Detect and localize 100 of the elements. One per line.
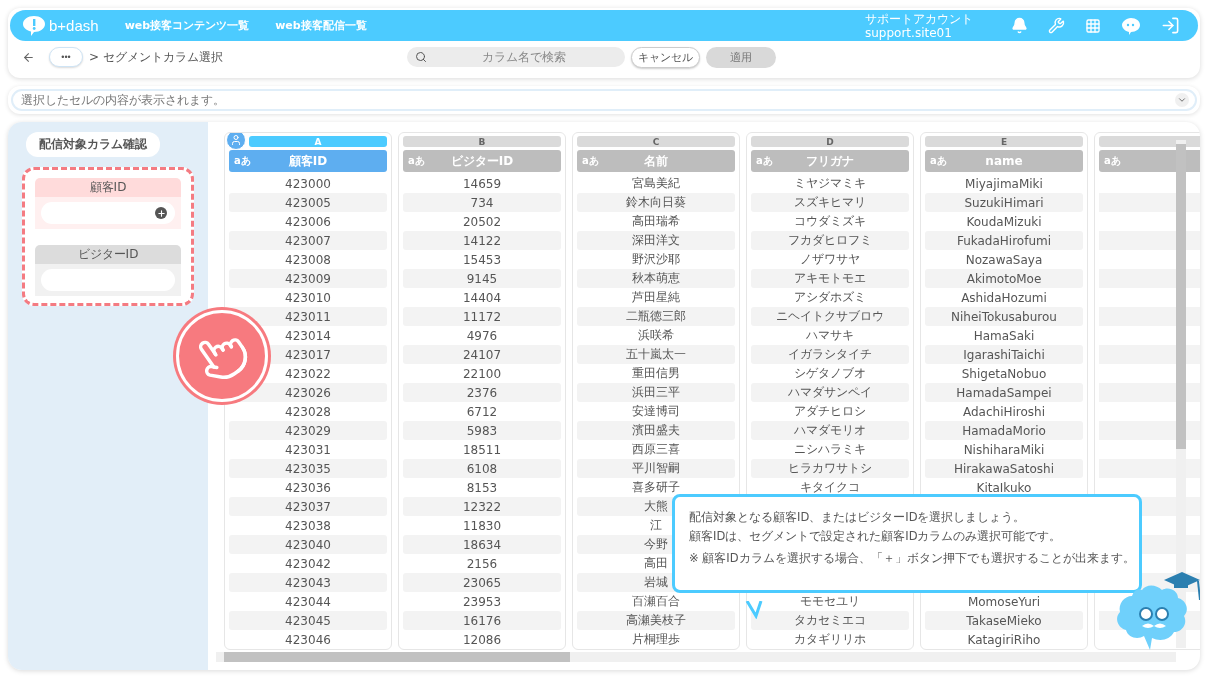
- tooltip-note: ※ 顧客IDカラムを選択する場合、「＋」ボタン押下でも選択することが出来ます。: [689, 551, 1129, 566]
- table-cell: MomoseYuri: [967, 594, 1041, 609]
- table-cell: 4976: [466, 328, 498, 343]
- table-cell: 423006: [285, 214, 331, 229]
- column-header[interactable]: aあ ビジターID: [403, 150, 561, 172]
- table-cell: アキモトモエ: [794, 270, 866, 287]
- table-cell: 12322: [462, 499, 502, 514]
- table-cell: KatagiriRiho: [967, 632, 1041, 647]
- table-cell: 423000: [285, 176, 331, 191]
- table-cell: 9145: [466, 271, 498, 286]
- table-cell: HamadaSampei: [956, 385, 1052, 400]
- table-cell: 423026: [285, 385, 331, 400]
- table-cell: 深田洋文: [632, 232, 680, 249]
- column-letter[interactable]: E: [925, 136, 1083, 147]
- table-cell: コウダミズキ: [794, 213, 866, 230]
- table-cell: ShigetaNobuo: [961, 366, 1047, 381]
- table-cell: 14659: [462, 176, 502, 191]
- table-cell: ニシハラミキ: [794, 441, 866, 458]
- table-cell: 6712: [466, 404, 498, 419]
- column-letter[interactable]: B: [403, 136, 561, 147]
- table-cell: 23065: [462, 575, 502, 590]
- table-cell: 浜田三平: [632, 384, 680, 401]
- table-cell: 15453: [462, 252, 502, 267]
- column-header[interactable]: aあ 名前: [577, 150, 735, 172]
- column-letter[interactable]: C: [577, 136, 735, 147]
- table-cell: 16176: [462, 613, 502, 628]
- table-cell: 14122: [462, 233, 502, 248]
- table-cell: 423038: [285, 518, 331, 533]
- table-cell: 五十嵐太一: [626, 346, 686, 363]
- table-cell: AkimotoMoe: [966, 271, 1042, 286]
- table-cell: アダチヒロシ: [794, 403, 866, 420]
- table-cell: 喜多研子: [632, 479, 680, 496]
- nav-link[interactable]: web接客配信一覧: [275, 18, 367, 33]
- table-cell: TakaseMieko: [966, 613, 1042, 628]
- column-header[interactable]: aあ 顧客ID: [229, 150, 387, 172]
- logo-text: b+dash: [49, 17, 99, 34]
- column-header[interactable]: aあ: [1099, 150, 1200, 172]
- table-cell: 423042: [285, 556, 331, 571]
- table-cell: 平川智嗣: [632, 460, 680, 477]
- table-cell: 浜咲希: [638, 327, 674, 344]
- table-cell: 22100: [462, 366, 502, 381]
- table-cell: 423005: [285, 195, 331, 210]
- table-cell: アシダホズミ: [794, 289, 866, 306]
- tooltip-text: 顧客IDは、セグメントで設定された顧客IDカラムのみ選択可能です。: [689, 528, 1063, 544]
- table-cell: モモセユリ: [800, 593, 860, 610]
- table-cell: 鈴木向日葵: [626, 194, 686, 211]
- panel-title: 配信対象カラム確認: [26, 132, 160, 157]
- table-cell: タカセミエコ: [794, 612, 866, 629]
- table-cell: 大熊: [644, 498, 668, 515]
- table-cell: ハマダサンペイ: [788, 384, 872, 401]
- table-cell: 14404: [462, 290, 502, 305]
- table-cell: ヒラカワサトシ: [788, 460, 872, 477]
- type-tag: aあ: [1104, 154, 1121, 168]
- account-name: サポートアカウント: [865, 11, 973, 26]
- table-cell: AshidaHozumi: [961, 290, 1047, 305]
- table-cell: 734: [470, 195, 494, 210]
- table-cell: ミヤジマミキ: [794, 175, 866, 192]
- table-cell: フカダヒロフミ: [788, 232, 872, 249]
- table-cell: ハマサキ: [806, 327, 854, 344]
- table-cell: 高瀬美枝子: [626, 612, 686, 629]
- table-cell: ニヘイトクサブロウ: [776, 308, 884, 325]
- cancel-button[interactable]: キャンセル: [631, 46, 700, 68]
- table-cell: 11830: [462, 518, 502, 533]
- table-cell: 423007: [285, 233, 331, 248]
- table-cell: 20502: [462, 214, 502, 229]
- table-cell: 高田: [644, 555, 668, 572]
- table-cell: KoudaMizuki: [966, 214, 1042, 229]
- table-cell: 423009: [285, 271, 331, 286]
- table-cell: 423014: [285, 328, 331, 343]
- table-cell: 23953: [462, 594, 502, 609]
- table-cell: 423037: [285, 499, 331, 514]
- column-letter[interactable]: A: [249, 136, 387, 147]
- table-cell: シゲタノブオ: [794, 365, 866, 382]
- table-cell: 岩城: [644, 574, 668, 591]
- table-cell: 24107: [462, 347, 502, 362]
- table-cell: NishiharaMiki: [963, 442, 1045, 457]
- table-cell: 宮島美紀: [632, 175, 680, 192]
- search-field[interactable]: カラム名で検索: [407, 47, 625, 67]
- more-button[interactable]: •••: [49, 47, 83, 67]
- table-cell: 423045: [285, 613, 331, 628]
- table-cell: 423031: [285, 442, 331, 457]
- column-letter[interactable]: D: [751, 136, 909, 147]
- column-header[interactable]: aあ フリガナ: [751, 150, 909, 172]
- tooltip-text: 配信対象となる顧客ID、またはビジターIDを選択しましょう。: [689, 509, 1027, 525]
- table-cell: 423044: [285, 594, 331, 609]
- table-cell: 423036: [285, 480, 331, 495]
- slot-header: ビジターID: [35, 245, 181, 264]
- table-cell: HirakawaSatoshi: [953, 461, 1055, 476]
- table-cell: 18511: [462, 442, 502, 457]
- slot-header: 顧客ID: [35, 178, 181, 197]
- table-cell: KitaIkuko: [976, 480, 1032, 495]
- nav-link[interactable]: web接客コンテンツ一覧: [124, 18, 250, 33]
- table-cell: 江: [650, 517, 662, 534]
- cell-preview-field[interactable]: 選択したセルの内容が表示されます。: [11, 89, 1197, 111]
- account-id: support.site01: [865, 25, 953, 40]
- table-cell: 423010: [285, 290, 331, 305]
- table-cell: IgarashiTaichi: [963, 347, 1045, 362]
- type-tag: aあ: [408, 154, 425, 168]
- table-cell: NozawaSaya: [965, 252, 1043, 267]
- column-header[interactable]: aあ name: [925, 150, 1083, 172]
